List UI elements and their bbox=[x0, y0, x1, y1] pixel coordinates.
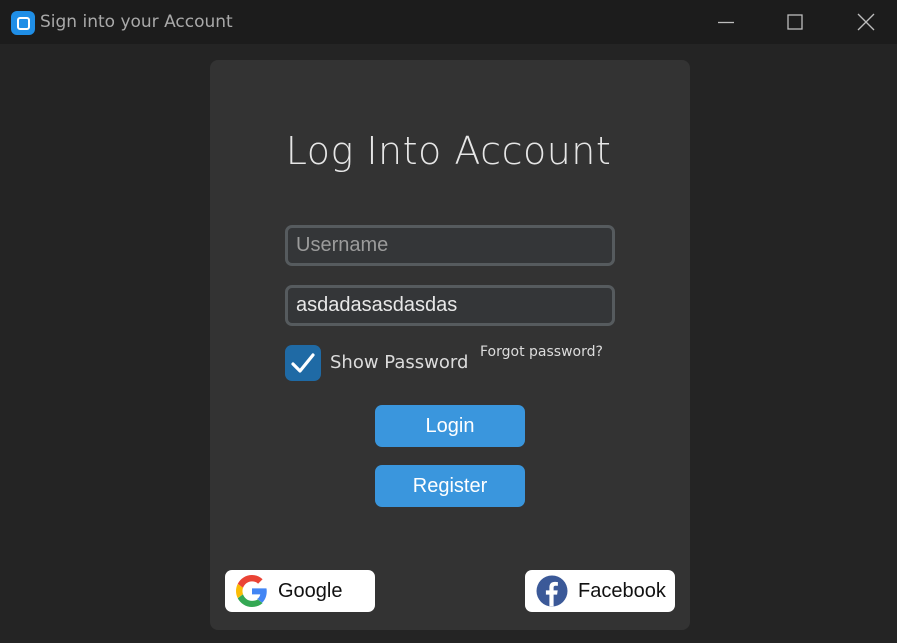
maximize-button[interactable] bbox=[765, 0, 825, 44]
google-logo-icon bbox=[236, 575, 267, 607]
show-password-label[interactable]: Show Password bbox=[330, 351, 468, 375]
show-password-checkbox[interactable] bbox=[285, 345, 321, 381]
title-bar[interactable]: Sign into your Account bbox=[0, 0, 897, 44]
google-login-button[interactable]: Google bbox=[225, 570, 375, 612]
close-button[interactable] bbox=[836, 0, 896, 44]
login-window: Sign into your Account Log Into Account … bbox=[0, 0, 897, 643]
register-button[interactable]: Register bbox=[375, 465, 525, 507]
page-title: Log Into Account bbox=[285, 129, 612, 173]
username-input[interactable] bbox=[285, 225, 615, 266]
forgot-password-link[interactable]: Forgot password? bbox=[480, 342, 603, 362]
facebook-logo-icon bbox=[536, 575, 568, 607]
google-label: Google bbox=[278, 580, 343, 602]
minimize-button[interactable] bbox=[696, 0, 756, 44]
maximize-icon bbox=[787, 14, 803, 30]
minimize-icon bbox=[718, 21, 734, 24]
facebook-label: Facebook bbox=[578, 580, 666, 602]
app-icon bbox=[11, 11, 35, 35]
password-input[interactable] bbox=[285, 285, 615, 326]
window-title: Sign into your Account bbox=[40, 12, 233, 32]
login-button[interactable]: Login bbox=[375, 405, 525, 447]
checkmark-icon bbox=[291, 353, 315, 373]
facebook-login-button[interactable]: Facebook bbox=[525, 570, 675, 612]
close-icon bbox=[857, 13, 875, 31]
